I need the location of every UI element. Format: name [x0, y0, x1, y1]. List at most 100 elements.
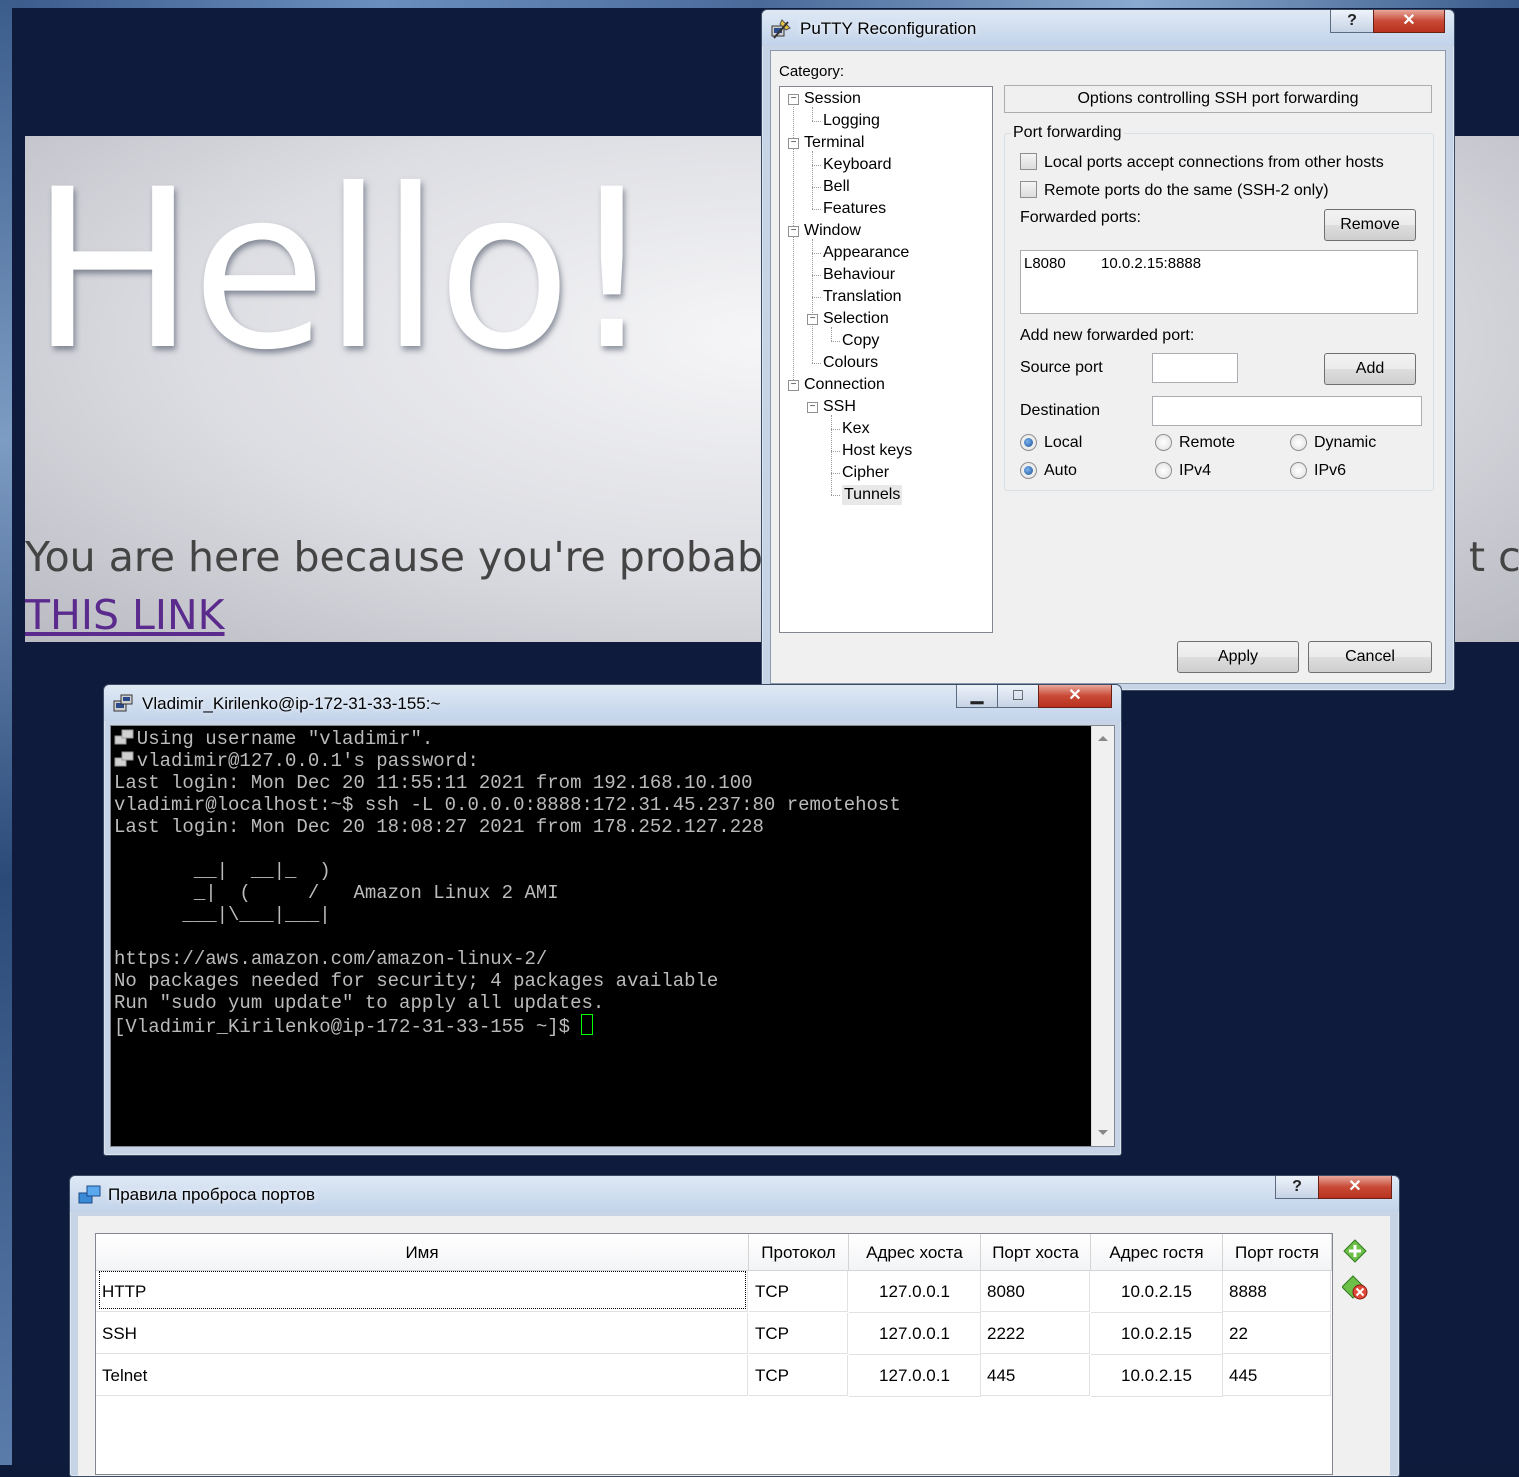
radio-ipv6-label[interactable]: IPv6 — [1314, 462, 1346, 480]
table-cell[interactable]: 2222 — [981, 1313, 1090, 1354]
remote-ports-label[interactable]: Remote ports do the same (SSH-2 only) — [1044, 182, 1329, 200]
remove-rule-icon[interactable] — [1342, 1274, 1368, 1300]
tree-item-colours[interactable]: Colours — [823, 353, 878, 373]
putty-icon — [771, 19, 791, 39]
category-tree[interactable]: − Session Logging − Terminal Keyboard Bell Feat… — [779, 86, 993, 633]
column-header[interactable]: Порт хоста — [981, 1234, 1091, 1271]
table-cell[interactable]: TCP — [749, 1313, 848, 1354]
tree-item-selection[interactable]: Selection — [823, 309, 889, 329]
radio-ipv6[interactable] — [1290, 462, 1307, 479]
column-header[interactable]: Протокол — [749, 1234, 849, 1271]
tree-item-terminal[interactable]: Terminal — [804, 133, 864, 153]
table-cell[interactable]: 445 — [981, 1355, 1090, 1396]
scroll-down-icon[interactable] — [1098, 1130, 1108, 1135]
tree-guide — [831, 415, 832, 495]
tree-item-bell[interactable]: Bell — [823, 177, 850, 197]
title-bar[interactable]: PuTTY Reconfiguration ? ✕ — [762, 10, 1454, 46]
forwarded-ports-list[interactable]: L8080 10.0.2.15:8888 — [1020, 250, 1418, 314]
tree-item-ssh[interactable]: SSH — [823, 397, 856, 417]
table-cell[interactable]: TCP — [749, 1355, 848, 1396]
destination-input[interactable] — [1152, 396, 1422, 426]
tree-item-keyboard[interactable]: Keyboard — [823, 155, 892, 175]
tree-item-tunnels[interactable]: Tunnels — [842, 485, 903, 505]
remote-ports-checkbox[interactable] — [1020, 181, 1037, 198]
close-button[interactable]: ✕ — [1038, 685, 1112, 708]
tree-expander-icon[interactable]: − — [788, 138, 799, 149]
terminal-screen[interactable]: Using username "vladimir". vladimir@127.… — [110, 725, 1115, 1147]
terminal-line: Last login: Mon Dec 20 11:55:11 2021 fro… — [114, 772, 753, 794]
close-button[interactable]: ✕ — [1373, 10, 1445, 33]
terminal-line: _| ( / Amazon Linux 2 AMI — [114, 882, 559, 904]
radio-remote-label[interactable]: Remote — [1179, 434, 1235, 452]
local-ports-label[interactable]: Local ports accept connections from othe… — [1044, 154, 1384, 172]
scroll-up-icon[interactable] — [1098, 736, 1108, 741]
tree-expander-icon[interactable]: − — [807, 314, 818, 325]
tree-guide — [812, 239, 813, 363]
tree-item-translation[interactable]: Translation — [823, 287, 902, 307]
column-header[interactable]: Адрес хоста — [849, 1234, 981, 1271]
tree-item-session[interactable]: Session — [804, 89, 861, 109]
help-button[interactable]: ? — [1275, 1176, 1319, 1199]
add-button[interactable]: Add — [1324, 353, 1416, 385]
table-cell[interactable]: 8080 — [981, 1271, 1090, 1312]
terminal-line: vladimir@127.0.0.1's password: — [114, 750, 479, 772]
tree-item-kex[interactable]: Kex — [842, 419, 870, 439]
table-cell[interactable]: 10.0.2.15 — [1091, 1271, 1223, 1313]
table-cell[interactable]: 8888 — [1223, 1271, 1331, 1312]
apply-button[interactable]: Apply — [1177, 641, 1299, 673]
radio-ipv4[interactable] — [1155, 462, 1172, 479]
radio-local[interactable] — [1020, 434, 1037, 451]
tree-item-host-keys[interactable]: Host keys — [842, 441, 912, 461]
hero-link[interactable]: THIS LINK — [25, 590, 225, 640]
tree-item-connection[interactable]: Connection — [804, 375, 885, 395]
radio-auto[interactable] — [1020, 462, 1037, 479]
table-cell[interactable]: 127.0.0.1 — [849, 1271, 981, 1313]
tree-item-logging[interactable]: Logging — [823, 111, 880, 131]
remove-button[interactable]: Remove — [1324, 209, 1416, 241]
tree-expander-icon[interactable]: − — [788, 226, 799, 237]
title-bar[interactable]: Vladimir_Kirilenko@ip-172-31-33-155:~ ▁ … — [104, 685, 1121, 721]
title-bar[interactable]: Правила проброса портов ? ✕ — [70, 1176, 1399, 1212]
forwarded-port-destination[interactable]: 10.0.2.15:8888 — [1101, 255, 1201, 272]
table-cell[interactable]: 127.0.0.1 — [849, 1313, 981, 1355]
radio-dynamic[interactable] — [1290, 434, 1307, 451]
close-button[interactable]: ✕ — [1318, 1176, 1392, 1199]
help-button[interactable]: ? — [1330, 10, 1374, 33]
table-cell[interactable]: 10.0.2.15 — [1091, 1313, 1223, 1355]
tree-expander-icon[interactable]: − — [788, 94, 799, 105]
tree-item-copy[interactable]: Copy — [842, 331, 879, 351]
tree-item-features[interactable]: Features — [823, 199, 886, 219]
table-cell[interactable]: 127.0.0.1 — [849, 1355, 981, 1397]
column-header[interactable]: Имя — [96, 1234, 749, 1271]
table-cell[interactable]: 22 — [1223, 1313, 1331, 1354]
table-cell[interactable]: TCP — [749, 1271, 848, 1312]
radio-dynamic-label[interactable]: Dynamic — [1314, 434, 1376, 452]
radio-auto-label[interactable]: Auto — [1044, 462, 1077, 480]
column-header[interactable]: Порт гостя — [1223, 1234, 1332, 1271]
forwarded-port-name[interactable]: L8080 — [1024, 255, 1066, 272]
tree-item-appearance[interactable]: Appearance — [823, 243, 909, 263]
radio-ipv4-label[interactable]: IPv4 — [1179, 462, 1211, 480]
table-cell[interactable]: 445 — [1223, 1355, 1331, 1396]
column-header[interactable]: Адрес гостя — [1091, 1234, 1223, 1271]
radio-local-label[interactable]: Local — [1044, 434, 1082, 452]
cancel-button[interactable]: Cancel — [1308, 641, 1432, 673]
table-cell[interactable]: Telnet — [96, 1355, 748, 1396]
table-cell[interactable]: 10.0.2.15 — [1091, 1355, 1223, 1397]
maximize-button[interactable]: □ — [997, 685, 1039, 708]
table-cell[interactable]: SSH — [96, 1313, 748, 1354]
rules-table[interactable]: Имя Протокол Адрес хоста Порт хоста Адрес го… — [95, 1233, 1333, 1475]
terminal-scrollbar[interactable] — [1091, 726, 1114, 1146]
local-ports-checkbox[interactable] — [1020, 153, 1037, 170]
source-port-input[interactable] — [1152, 353, 1238, 383]
radio-remote[interactable] — [1155, 434, 1172, 451]
tree-expander-icon[interactable]: − — [788, 380, 799, 391]
add-rule-icon[interactable] — [1342, 1238, 1368, 1264]
terminal-line: [Vladimir_Kirilenko@ip-172-31-33-155 ~]$ — [114, 1014, 901, 1038]
tree-item-behaviour[interactable]: Behaviour — [823, 265, 895, 285]
tree-item-window[interactable]: Window — [804, 221, 861, 241]
tree-item-cipher[interactable]: Cipher — [842, 463, 889, 483]
dialog-body: Имя Протокол Адрес хоста Порт хоста Адрес го… — [78, 1216, 1390, 1476]
minimize-button[interactable]: ▁ — [956, 685, 998, 708]
tree-expander-icon[interactable]: − — [807, 402, 818, 413]
